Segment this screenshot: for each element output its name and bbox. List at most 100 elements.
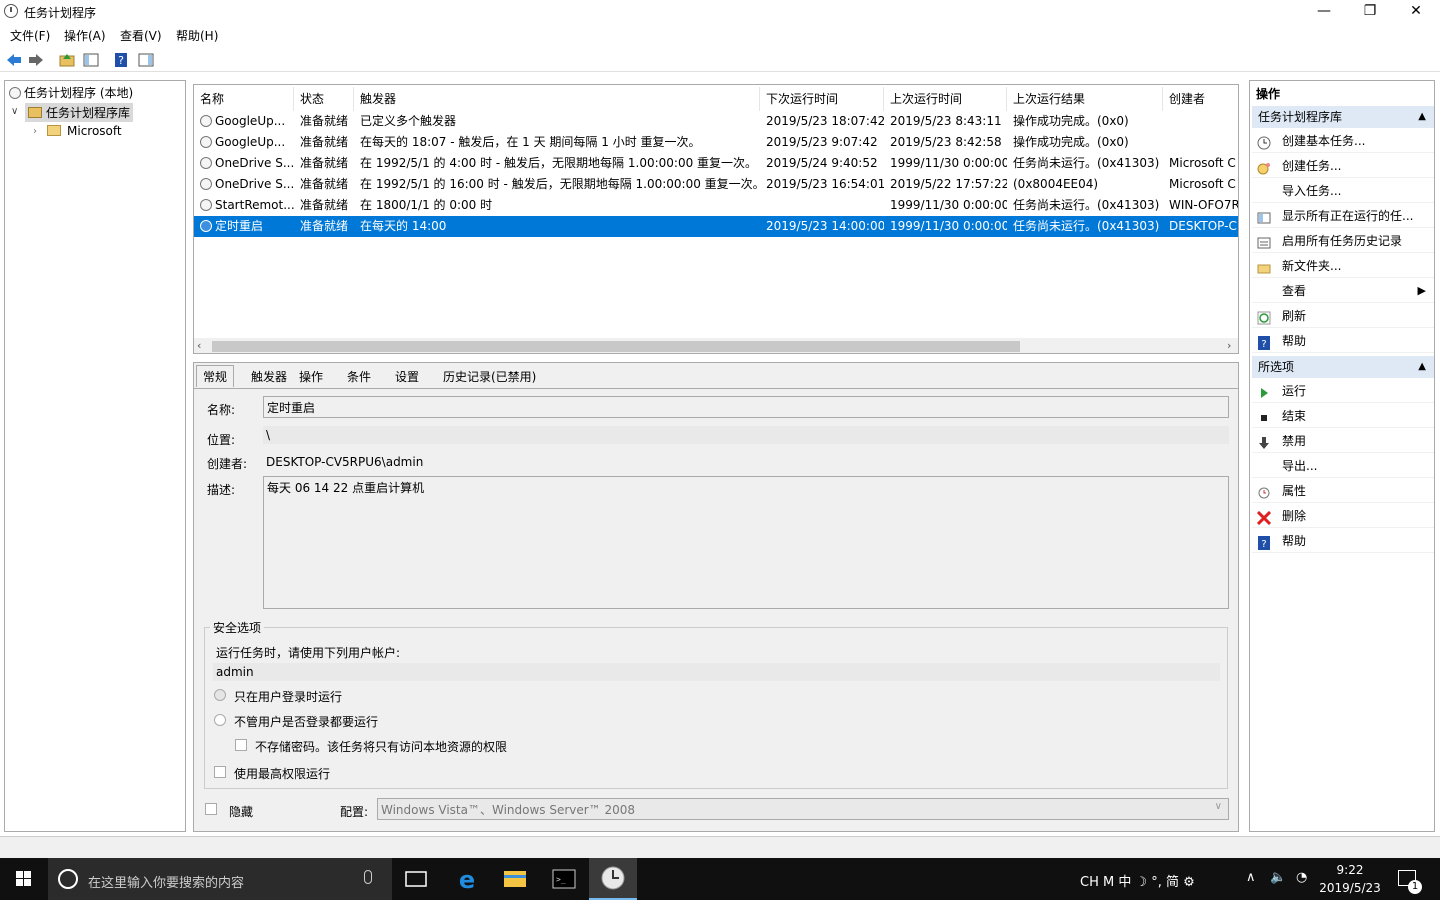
expand-chevron-icon[interactable]: ∨ <box>11 106 18 117</box>
task-view-icon[interactable] <box>392 858 440 900</box>
clock-time[interactable]: 9:22 <box>1320 863 1380 877</box>
action-item-label: 显示所有正在运行的任... <box>1282 209 1414 223</box>
tab-actions[interactable]: 操作 <box>292 365 330 387</box>
action-item-label: 帮助 <box>1282 334 1307 348</box>
action-item-import-task[interactable]: 导入任务... <box>1252 179 1434 203</box>
column-header-last-run-time[interactable]: 上次运行时间 <box>884 87 1007 111</box>
show-hidden-icons-chevron-icon[interactable]: ∧ <box>1246 870 1256 885</box>
command-prompt-icon[interactable]: >_ <box>540 858 588 900</box>
location-value: \ <box>263 426 1229 444</box>
cell-author: Microsoft C <box>1169 156 1236 170</box>
description-label: 描述: <box>207 483 236 497</box>
name-field[interactable]: 定时重启 <box>263 396 1229 418</box>
action-group-task-library-label: 任务计划程序库 <box>1258 110 1343 124</box>
action-item-display-running-tasks[interactable]: 显示所有正在运行的任... <box>1252 204 1434 228</box>
action-item-view[interactable]: 查看 ▶ <box>1252 279 1434 303</box>
forward-arrow-icon[interactable] <box>26 50 44 68</box>
action-item-export[interactable]: 导出... <box>1252 454 1434 478</box>
back-arrow-icon[interactable] <box>4 50 22 68</box>
tree-item-task-library[interactable]: 任务计划程序库 <box>25 103 134 122</box>
table-row[interactable]: OneDrive S... 准备就绪在 1992/5/1 的 4:00 时 - 触… <box>194 153 1238 174</box>
action-group-selected-item[interactable]: 所选项 ▲ <box>1252 356 1434 378</box>
cell-author <box>1169 111 1238 132</box>
task-clock-icon <box>200 199 212 211</box>
tree-root[interactable]: 任务计划程序 (本地) <box>9 84 133 101</box>
tab-general[interactable]: 常规 <box>196 365 235 387</box>
tab-triggers[interactable]: 触发器 <box>244 365 294 387</box>
config-dropdown[interactable]: Windows Vista™、Windows Server™ 2008 ∨ <box>377 798 1229 820</box>
table-row[interactable]: 定时重启 准备就绪 在每天的 14:00 2019/5/23 14:00:00 1999… <box>194 216 1238 237</box>
maximize-button[interactable]: ❐ <box>1347 0 1393 24</box>
menu-view[interactable]: 查看(V) <box>120 27 162 44</box>
tab-history[interactable]: 历史记录(已禁用) <box>436 365 543 387</box>
tray-input-indicators[interactable]: CH M 中 ☽ °, 简 ⚙ <box>1080 871 1195 890</box>
show-hide-action-pane-icon[interactable] <box>136 50 154 68</box>
clock-date[interactable]: 2019/5/23 <box>1316 881 1384 895</box>
action-item-create-basic-task[interactable]: 创建基本任务... <box>1252 129 1434 153</box>
task-list: 名称 状态 触发器 下次运行时间 上次运行时间 上次运行结果 创建者 GoogleUp...… <box>193 84 1239 354</box>
column-header-name[interactable]: 名称 <box>194 87 294 111</box>
action-item-enable-all-history[interactable]: 启用所有任务历史记录 <box>1252 229 1434 253</box>
scroll-right-icon[interactable]: › <box>1227 339 1231 352</box>
action-item-end[interactable]: 结束 <box>1252 404 1434 428</box>
action-group-task-library[interactable]: 任务计划程序库 ▲ <box>1252 106 1434 128</box>
scroll-left-icon[interactable]: ‹ <box>197 339 201 352</box>
column-header-trigger[interactable]: 触发器 <box>354 87 760 111</box>
menu-help[interactable]: 帮助(H) <box>176 27 218 44</box>
column-header-next-run-time[interactable]: 下次运行时间 <box>760 87 884 111</box>
action-item-new-folder[interactable]: 新文件夹... <box>1252 254 1434 278</box>
collapse-chevron-icon[interactable]: › <box>33 126 37 137</box>
tab-conditions[interactable]: 条件 <box>340 365 378 387</box>
network-icon[interactable]: ◔ <box>1296 870 1307 885</box>
table-row[interactable]: GoogleUp... 准备就绪 在每天的 18:07 - 触发后，在 1 天 期间… <box>194 132 1238 153</box>
action-item-help[interactable]: ? 帮助 <box>1252 329 1434 353</box>
running-tasks-icon <box>1257 209 1271 224</box>
scrollbar-thumb[interactable] <box>212 341 1020 352</box>
column-header-status[interactable]: 状态 <box>294 87 354 111</box>
menu-action[interactable]: 操作(A) <box>64 27 106 44</box>
action-item-run[interactable]: 运行 <box>1252 379 1434 403</box>
list-header: 名称 状态 触发器 下次运行时间 上次运行时间 上次运行结果 创建者 <box>194 87 1238 111</box>
action-item-help[interactable]: ? 帮助 <box>1252 529 1434 553</box>
edge-browser-icon[interactable]: e <box>443 858 491 900</box>
hidden-label: 隐藏 <box>229 805 254 819</box>
table-row[interactable]: GoogleUp... 准备就绪 已定义多个触发器 2019/5/23 18:07:4… <box>194 111 1238 132</box>
cell-trigger: 在每天的 18:07 - 触发后，在 1 天 期间每隔 1 小时 重复一次。 <box>360 135 701 149</box>
menu-file[interactable]: 文件(F) <box>10 27 50 44</box>
up-folder-icon[interactable] <box>57 50 75 68</box>
import-task-icon <box>1257 184 1271 198</box>
no-store-password-checkbox[interactable] <box>235 739 247 751</box>
task-scheduler-taskbar-icon[interactable] <box>589 858 637 900</box>
cell-status: 准备就绪 <box>300 177 349 191</box>
tab-settings[interactable]: 设置 <box>388 365 426 387</box>
cell-trigger: 在 1992/5/1 的 16:00 时 - 触发后，无限期地每隔 1.00:0… <box>360 177 760 191</box>
description-field[interactable]: 每天 06 14 22 点重启计算机 <box>263 476 1229 609</box>
action-item-delete[interactable]: 删除 <box>1252 504 1434 528</box>
table-row[interactable]: OneDrive S... 准备就绪在 1992/5/1 的 16:00 时 - … <box>194 174 1238 195</box>
help-icon[interactable]: ? <box>111 50 129 68</box>
tree-item-microsoft[interactable]: Microsoft <box>47 124 122 138</box>
table-row[interactable]: StartRemot... 准备就绪在 1800/1/1 的 0:00 时 1999… <box>194 195 1238 216</box>
show-hide-tree-icon[interactable] <box>81 50 99 68</box>
close-button[interactable]: ✕ <box>1393 0 1439 24</box>
clock-icon <box>9 87 21 99</box>
disable-icon <box>1257 434 1271 449</box>
action-item-disable[interactable]: 禁用 <box>1252 429 1434 453</box>
action-item-create-task[interactable]: 创建任务... <box>1252 154 1434 178</box>
hidden-checkbox[interactable] <box>205 803 217 815</box>
minimize-button[interactable]: — <box>1301 0 1347 24</box>
taskbar-search-box[interactable]: 在这里输入你要搜索的内容 <box>48 858 392 900</box>
action-item-properties[interactable]: 属性 <box>1252 479 1434 503</box>
volume-icon[interactable]: 🔈 <box>1270 870 1286 885</box>
file-explorer-icon[interactable] <box>491 858 539 900</box>
column-header-last-run-result[interactable]: 上次运行结果 <box>1007 87 1163 111</box>
windows-start-icon[interactable] <box>0 858 48 900</box>
task-name: StartRemot... <box>215 198 294 212</box>
run-icon <box>1257 384 1271 398</box>
radio-whether-logged-on[interactable] <box>214 714 226 726</box>
action-item-refresh[interactable]: 刷新 <box>1252 304 1434 328</box>
column-header-author[interactable]: 创建者 <box>1163 87 1238 111</box>
highest-privileges-checkbox[interactable] <box>214 766 226 778</box>
radio-logged-on-only[interactable] <box>214 689 226 701</box>
horizontal-scrollbar[interactable]: ‹ › <box>194 338 1238 353</box>
